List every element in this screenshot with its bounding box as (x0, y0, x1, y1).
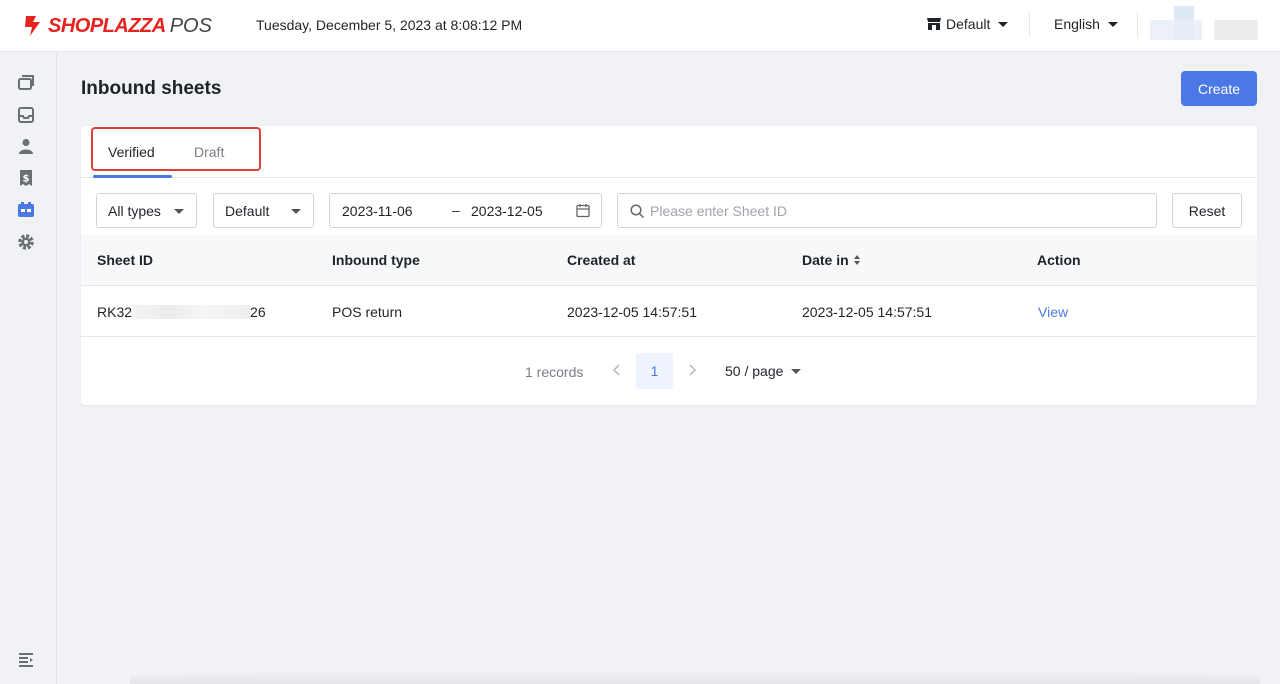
inventory-icon[interactable] (17, 201, 35, 219)
page-size-value: 50 / page (725, 363, 784, 379)
chevron-down-icon (791, 368, 802, 374)
column-header-action: Action (1037, 252, 1081, 268)
svg-text:$: $ (23, 174, 30, 185)
collapse-menu-icon[interactable] (17, 651, 35, 669)
calendar-icon (576, 204, 590, 218)
create-button[interactable]: Create (1181, 71, 1257, 106)
table-row: RK32 26 POS return 2023-12-05 14:57:51 20… (81, 286, 1257, 337)
sheet-id-search[interactable] (617, 193, 1157, 228)
avatar[interactable] (1150, 6, 1260, 44)
sheet-id-prefix: RK32 (97, 304, 133, 320)
annotation-highlight-box (91, 127, 261, 171)
chevron-down-icon (291, 209, 301, 214)
records-count: 1 records (525, 364, 584, 380)
sidebar: $ (0, 52, 57, 684)
current-datetime: Tuesday, December 5, 2023 at 8:08:12 PM (256, 17, 523, 33)
header-divider (1137, 12, 1138, 38)
logo[interactable]: SHOPLAZZA POS (22, 13, 212, 39)
store-icon (927, 18, 941, 30)
inbox-icon[interactable] (17, 106, 35, 124)
chevron-down-icon (998, 21, 1009, 27)
shoplazza-logo-icon (25, 16, 40, 36)
chevron-down-icon (1107, 21, 1118, 27)
chevron-down-icon (174, 209, 184, 214)
chevron-right-icon[interactable] (685, 363, 699, 377)
search-input[interactable] (650, 200, 1140, 222)
column-header-date-in[interactable]: Date in (802, 252, 861, 268)
column-header-created-at: Created at (567, 252, 636, 268)
cell-sheet-id: RK32 26 (97, 304, 266, 320)
receipt-dollar-icon[interactable]: $ (17, 169, 35, 187)
table-header: Sheet ID Inbound type Created at Date in… (81, 235, 1257, 286)
cell-date-in: 2023-12-05 14:57:51 (802, 304, 932, 320)
logo-text: SHOPLAZZA (48, 14, 166, 37)
header-divider (1029, 12, 1030, 38)
active-tab-indicator (93, 175, 172, 178)
store-filter-select[interactable]: Default (213, 193, 314, 228)
gear-icon[interactable] (17, 233, 35, 251)
store-selector-label: Default (946, 16, 991, 32)
inbound-sheets-card: Verified Draft All types Default 2023-11… (81, 126, 1257, 405)
tab-bar: Verified Draft (81, 126, 1257, 178)
reset-button[interactable]: Reset (1172, 193, 1242, 228)
redacted-sheet-id (132, 305, 251, 319)
date-start[interactable]: 2023-11-06 (342, 203, 413, 219)
cell-created-at: 2023-12-05 14:57:51 (567, 304, 697, 320)
language-selector-label: English (1054, 16, 1100, 32)
store-selector[interactable]: Default (926, 16, 1009, 32)
column-header-date-in-label: Date in (802, 252, 849, 268)
column-header-inbound-type: Inbound type (332, 252, 420, 268)
logo-suffix: POS (169, 14, 212, 37)
date-end[interactable]: 2023-12-05 (471, 203, 543, 219)
view-link[interactable]: View (1038, 304, 1068, 320)
pagination: 1 records 1 50 / page (81, 352, 1257, 390)
language-selector[interactable]: English (1054, 16, 1118, 32)
page-size-select[interactable]: 50 / page (725, 363, 802, 379)
type-filter-select[interactable]: All types (96, 193, 197, 228)
page-number-1[interactable]: 1 (636, 353, 673, 389)
date-separator: – (452, 202, 460, 218)
cell-inbound-type: POS return (332, 304, 403, 320)
sheet-id-suffix: 26 (250, 304, 266, 320)
orders-icon[interactable] (17, 74, 35, 92)
top-bar: SHOPLAZZA POS Tuesday, December 5, 2023 … (0, 0, 1280, 52)
user-icon[interactable] (17, 137, 35, 155)
type-filter-value: All types (108, 202, 161, 219)
search-icon (630, 204, 645, 219)
chevron-left-icon[interactable] (610, 363, 624, 377)
page-title: Inbound sheets (81, 78, 222, 99)
date-range-picker[interactable]: 2023-11-06 – 2023-12-05 (329, 193, 602, 228)
window-bottom-shadow (130, 670, 1260, 684)
sort-icon[interactable] (853, 254, 861, 266)
store-filter-value: Default (225, 202, 270, 219)
column-header-sheet-id: Sheet ID (97, 252, 154, 268)
